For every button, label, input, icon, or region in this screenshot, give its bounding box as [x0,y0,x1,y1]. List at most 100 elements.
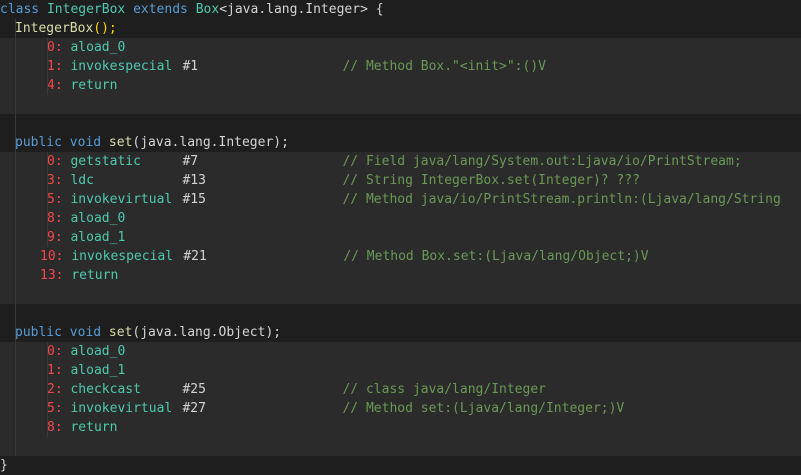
open-brace: { [367,2,384,17]
indent-guide [15,228,16,247]
indent-guide [15,171,16,190]
bytecode-offset: 5: [47,192,63,207]
blank-line[interactable] [0,304,801,323]
code-line[interactable]: 5: invokevirtual #27 // Method set:(Ljava/… [0,399,801,418]
method-name: set [108,135,133,150]
opcode: checkcast [70,382,141,397]
operand: #15 [182,192,206,207]
indent-guide [15,114,16,133]
keyword: class [0,2,40,17]
indent-guide [47,361,48,380]
params: (java.lang.Object); [132,325,282,340]
generic-args: <java.lang.Integer> [219,2,368,17]
opcode: return [70,78,118,93]
modifiers: public void [15,135,102,150]
indent-guide [15,38,16,57]
indent-guide [47,57,48,76]
comment: // Method Box."<init>":()V [342,59,546,74]
class-name: IntegerBox [46,2,126,17]
indent-guide [15,95,16,114]
bytecode-offset: 9: [47,230,63,245]
bytecode-offset: 13: [40,268,64,283]
indent-guide [47,342,48,361]
close-brace: } [0,458,8,473]
indent-guide [15,285,16,304]
opcode: aload_0 [70,344,126,359]
bytecode-offset: 1: [47,59,63,74]
indent-guide [15,76,16,95]
code-line[interactable]: 1: invokespecial #1 // Method Box."<init>"… [0,57,801,76]
indent-guide [15,342,16,361]
code-line[interactable]: 2: checkcast #25 // class java/lang/Intege… [0,380,801,399]
opcode: return [71,268,119,283]
code-line[interactable]: 3: ldc #13 // String IntegerBox.set(Intege… [0,171,801,190]
comment: // Field java/lang/System.out:Ljava/io/P… [342,154,742,169]
indent-guide [15,323,16,342]
method-name: set [108,325,133,340]
operand: #1 [182,59,199,74]
indent-guide [15,133,16,152]
code-line[interactable]: 9: aload_1 [0,228,801,247]
indent-guide [15,437,16,456]
bytecode-offset: 3: [47,173,63,188]
constructor-line[interactable]: IntegerBox(); [0,19,801,38]
bytecode-offset: 0: [47,344,63,359]
blank-line[interactable] [0,114,801,133]
indent-guide [47,228,48,247]
blank-line[interactable] [0,95,801,114]
opcode: getstatic [70,154,141,169]
keyword: extends [133,2,188,17]
code-line[interactable]: 8: aload_0 [0,209,801,228]
code-line[interactable]: 0: aload_0 [0,342,801,361]
code-line[interactable]: 4: return [0,76,801,95]
bytecode-offset: 8: [47,211,63,226]
operand: #21 [183,249,207,264]
indent-guide [47,209,48,228]
code-editor[interactable]: class IntegerBox extends Box<java.lang.I… [0,0,801,475]
method-declaration-line[interactable]: public void set(java.lang.Object); [0,323,801,342]
code-line[interactable]: 1: aload_1 [0,361,801,380]
code-line[interactable]: 5: invokevirtual #15 // Method java/io/Pri… [0,190,801,209]
class-declaration-line[interactable]: class IntegerBox extends Box<java.lang.I… [0,0,801,19]
comment: // Method Box.set:(Ljava/lang/Object;)V [343,249,649,264]
indent-guide [15,304,16,323]
indent-guide [47,152,48,171]
params: (java.lang.Integer); [132,135,289,150]
bytecode-offset: 5: [47,401,63,416]
modifiers: public void [15,325,102,340]
operand: #25 [182,382,206,397]
bytecode-offset: 1: [47,363,63,378]
method-declaration-line[interactable]: public void set(java.lang.Integer); [0,133,801,152]
indent-guide [15,247,16,266]
bytecode-offset: 8: [47,420,63,435]
blank-line[interactable] [0,437,801,456]
code-line[interactable]: 0: getstatic #7 // Field java/lang/System.… [0,152,801,171]
comment: // Method set:(Ljava/lang/Integer;)V [342,401,625,416]
bytecode-offset: 0: [47,154,63,169]
indent-guide [15,209,16,228]
code-line[interactable]: 10: invokespecial #21 // Method Box.set:(L… [0,247,801,266]
indent-guide [15,57,16,76]
opcode: aload_1 [70,363,126,378]
code-line[interactable]: 8: return [0,418,801,437]
code-line[interactable]: 0: aload_0 [0,38,801,57]
constructor-name: IntegerBox [15,21,94,36]
opcode: aload_0 [70,40,126,55]
base-class: Box [195,2,220,17]
indent-guide [15,380,16,399]
indent-guide [47,380,48,399]
opcode: aload_0 [70,211,126,226]
blank-line[interactable] [0,285,801,304]
indent-guide [47,171,48,190]
indent-guide [47,76,48,95]
indent-guide [47,190,48,209]
comment: // Method java/io/PrintStream.println:(L… [342,192,781,207]
closing-brace-line[interactable]: } [0,456,801,475]
params: (); [93,21,117,36]
indent-guide [15,266,16,285]
indent-guide [47,38,48,57]
opcode: invokevirtual [70,192,173,207]
code-line[interactable]: 13: return [0,266,801,285]
bytecode-offset: 2: [47,382,63,397]
operand: #7 [182,154,199,169]
